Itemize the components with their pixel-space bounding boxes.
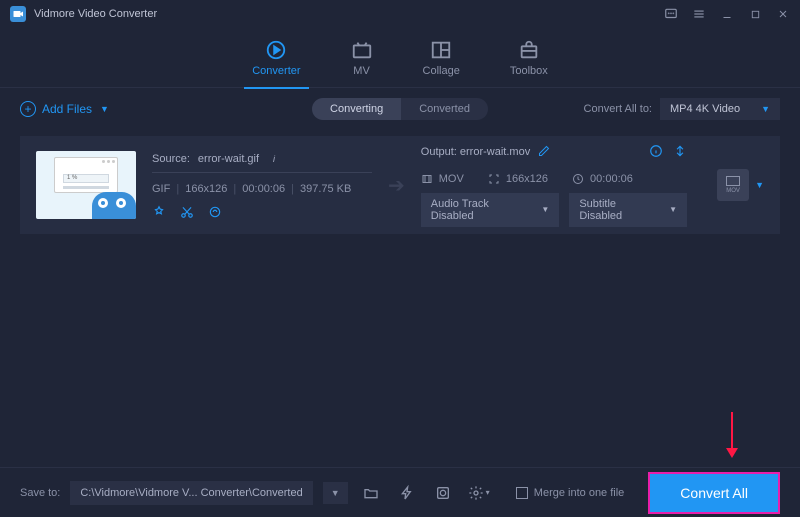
task-icon[interactable] <box>430 480 456 506</box>
film-icon <box>421 173 433 185</box>
subtitle-value: Subtitle Disabled <box>579 198 659 222</box>
chevron-down-icon: ▼ <box>761 104 770 114</box>
output-duration: 00:00:06 <box>590 173 633 185</box>
feedback-icon[interactable] <box>664 7 678 21</box>
subtitle-select[interactable]: Subtitle Disabled ▼ <box>569 193 687 227</box>
convert-all-to-label: Convert All to: <box>584 103 652 115</box>
save-to-label: Save to: <box>20 487 60 499</box>
edit-icon[interactable] <box>152 205 166 219</box>
audio-track-value: Audio Track Disabled <box>431 198 532 222</box>
output-filename: error-wait.mov <box>460 146 530 158</box>
app-logo <box>10 6 26 22</box>
output-format: MOV <box>439 173 464 185</box>
format-selected-value: MP4 4K Video <box>670 103 740 115</box>
source-duration: 00:00:06 <box>242 183 285 195</box>
chevron-down-icon: ▼ <box>669 205 677 214</box>
save-path-input[interactable]: C:\Vidmore\Vidmore V... Converter\Conver… <box>70 481 312 505</box>
pill-converted[interactable]: Converted <box>401 98 488 120</box>
source-format: GIF <box>152 183 170 195</box>
plus-icon: + <box>20 101 36 117</box>
tab-mv[interactable]: MV <box>351 33 373 83</box>
merge-label: Merge into one file <box>534 487 625 499</box>
convert-all-button[interactable]: Convert All <box>648 472 780 514</box>
close-icon[interactable] <box>776 7 790 21</box>
menu-icon[interactable] <box>692 7 706 21</box>
format-badge-text: MOV <box>726 188 740 194</box>
pill-converting[interactable]: Converting <box>312 98 401 120</box>
output-format-badge[interactable]: MOV <box>717 169 749 201</box>
enhance-icon[interactable] <box>208 205 222 219</box>
audio-track-select[interactable]: Audio Track Disabled ▼ <box>421 193 560 227</box>
tab-toolbox-label: Toolbox <box>510 65 548 77</box>
info-circle-icon[interactable] <box>649 144 663 161</box>
source-dims: 166x126 <box>185 183 227 195</box>
source-filename: error-wait.gif <box>198 153 259 165</box>
file-row: 1 % Source: error-wait.gif i GIF| 166x12… <box>20 136 780 234</box>
add-files-label: Add Files <box>42 102 92 116</box>
output-dims: 166x126 <box>506 173 548 185</box>
compress-icon[interactable] <box>673 144 687 161</box>
pencil-icon[interactable] <box>538 145 550 160</box>
arrow-right-icon: ➔ <box>388 173 405 198</box>
maximize-icon[interactable] <box>748 7 762 21</box>
app-title: Vidmore Video Converter <box>34 8 157 20</box>
format-select[interactable]: MP4 4K Video ▼ <box>660 98 780 120</box>
chevron-down-icon: ▼ <box>541 205 549 214</box>
info-icon[interactable]: i <box>267 152 281 166</box>
output-label: Output: <box>421 146 457 158</box>
clock-icon <box>572 173 584 185</box>
cut-icon[interactable] <box>180 205 194 219</box>
tab-toolbox[interactable]: Toolbox <box>510 33 548 83</box>
source-size: 397.75 KB <box>300 183 351 195</box>
add-files-button[interactable]: + Add Files ▼ <box>20 101 109 117</box>
hw-accel-icon[interactable] <box>394 480 420 506</box>
open-folder-icon[interactable] <box>358 480 384 506</box>
tab-mv-label: MV <box>353 65 370 77</box>
tab-collage-label: Collage <box>423 65 460 77</box>
save-path-dropdown[interactable]: ▼ <box>323 482 348 504</box>
chevron-down-icon: ▼ <box>100 104 109 114</box>
annotation-arrow <box>722 410 742 465</box>
checkbox-icon <box>516 487 528 499</box>
merge-checkbox[interactable]: Merge into one file <box>516 487 625 499</box>
tab-converter-label: Converter <box>252 65 300 77</box>
source-thumbnail[interactable]: 1 % <box>36 151 136 219</box>
chevron-down-icon[interactable]: ▼ <box>755 180 764 190</box>
dimensions-icon <box>488 173 500 185</box>
tab-collage[interactable]: Collage <box>423 33 460 83</box>
source-label: Source: <box>152 153 190 165</box>
tab-converter[interactable]: Converter <box>252 33 300 83</box>
minimize-icon[interactable] <box>720 7 734 21</box>
settings-gear-icon[interactable]: ▾ <box>466 480 492 506</box>
